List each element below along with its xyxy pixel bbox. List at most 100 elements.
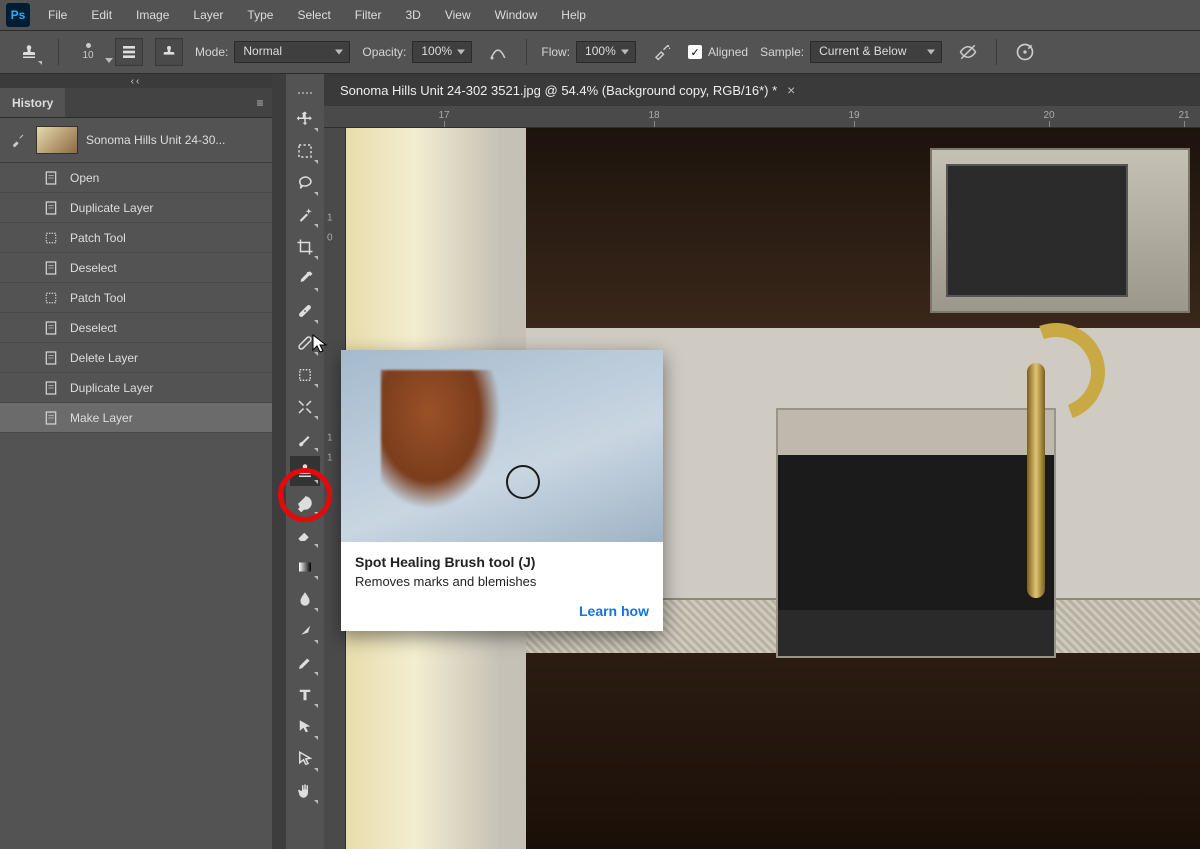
tool-marquee[interactable]: [290, 136, 320, 166]
aligned-checkbox[interactable]: ✓: [688, 45, 702, 59]
pressure-opacity-toggle[interactable]: [484, 38, 512, 66]
history-step[interactable]: Delete Layer: [0, 343, 272, 373]
document-icon: [42, 199, 60, 217]
history-step[interactable]: Open: [0, 163, 272, 193]
tool-type[interactable]: [290, 680, 320, 710]
patch-icon: [296, 366, 314, 384]
tool-healing-brush[interactable]: [290, 328, 320, 358]
panel-dock-strip[interactable]: [272, 74, 286, 849]
clone-source-toggle[interactable]: [155, 38, 183, 66]
flow-input[interactable]: 100%: [576, 41, 636, 63]
sample-value: Current & Below: [819, 44, 906, 58]
tool-options-bar: 10 Mode: Normal Opacity: 100% Flo: [0, 30, 1200, 74]
ignore-adjustment-toggle[interactable]: [954, 38, 982, 66]
ruler-horizontal[interactable]: 1718192021: [324, 106, 1200, 128]
flow-value: 100%: [585, 44, 616, 58]
tool-lasso[interactable]: [290, 168, 320, 198]
menu-window[interactable]: Window: [489, 4, 544, 26]
ruler-tick-label: 1: [327, 213, 333, 224]
tool-hand[interactable]: [290, 776, 320, 806]
drop-icon: [296, 590, 314, 608]
menu-edit[interactable]: Edit: [85, 4, 118, 26]
tool-eyedropper[interactable]: [290, 264, 320, 294]
menu-3d[interactable]: 3D: [399, 4, 426, 26]
history-tab[interactable]: History: [0, 88, 65, 117]
document-icon: [42, 409, 60, 427]
panel-menu-icon[interactable]: ≡: [248, 96, 272, 110]
blend-mode-select[interactable]: Normal: [234, 41, 350, 63]
history-step[interactable]: Deselect: [0, 313, 272, 343]
tool-blur[interactable]: [290, 584, 320, 614]
brush-panel-icon: [121, 44, 137, 60]
close-icon[interactable]: ×: [787, 82, 795, 98]
panel-collapse-grip[interactable]: ‹‹: [0, 74, 272, 88]
ruler-tick-label: 19: [848, 110, 859, 121]
history-step[interactable]: Deselect: [0, 253, 272, 283]
history-step[interactable]: Patch Tool: [0, 223, 272, 253]
menu-layer[interactable]: Layer: [187, 4, 229, 26]
document-icon: [42, 319, 60, 337]
tool-clone-stamp[interactable]: [290, 456, 320, 486]
tool-direct-select[interactable]: [290, 744, 320, 774]
airbrush-icon: [653, 43, 671, 61]
toolbar-grip[interactable]: [297, 92, 313, 98]
tool-patch[interactable]: [290, 360, 320, 390]
tool-path-select[interactable]: [290, 712, 320, 742]
menu-help[interactable]: Help: [555, 4, 592, 26]
document-icon: [42, 349, 60, 367]
menu-select[interactable]: Select: [291, 4, 336, 26]
patch-icon: [42, 229, 60, 247]
tool-spot-healing[interactable]: [290, 296, 320, 326]
history-step[interactable]: Duplicate Layer: [0, 373, 272, 403]
patch-icon: [42, 289, 60, 307]
ruler-tick-label: 21: [1178, 110, 1189, 121]
document-icon: [42, 169, 60, 187]
brush-size-preview[interactable]: 10: [73, 37, 103, 67]
tools-palette: [286, 74, 324, 849]
tool-magic-wand[interactable]: [290, 200, 320, 230]
document-icon: [42, 259, 60, 277]
tool-dodge[interactable]: [290, 616, 320, 646]
gradient-icon: [296, 558, 314, 576]
tooltip-description: Removes marks and blemishes: [355, 574, 649, 589]
ruler-tick-label: 17: [438, 110, 449, 121]
eye-slash-icon: [959, 43, 977, 61]
menu-filter[interactable]: Filter: [349, 4, 388, 26]
snapshot-name: Sonoma Hills Unit 24-30...: [86, 133, 225, 147]
history-step-label: Patch Tool: [70, 291, 126, 305]
tooltip-preview-image: [341, 350, 663, 542]
tool-eraser[interactable]: [290, 520, 320, 550]
sample-select[interactable]: Current & Below: [810, 41, 942, 63]
photoshop-logo: Ps: [6, 3, 30, 27]
menu-image[interactable]: Image: [130, 4, 175, 26]
pressure-size-toggle[interactable]: [1011, 38, 1039, 66]
menu-type[interactable]: Type: [241, 4, 279, 26]
tool-crop[interactable]: [290, 232, 320, 262]
current-tool-chip[interactable]: [14, 37, 44, 67]
tooltip-learn-link[interactable]: Learn how: [341, 599, 663, 631]
blend-mode-value: Normal: [243, 44, 282, 58]
arrow-outline-icon: [296, 750, 314, 768]
history-step-label: Patch Tool: [70, 231, 126, 245]
sample-label: Sample:: [760, 45, 804, 59]
menu-file[interactable]: File: [42, 4, 73, 26]
airbrush-toggle[interactable]: [648, 38, 676, 66]
tool-gradient[interactable]: [290, 552, 320, 582]
opacity-input[interactable]: 100%: [412, 41, 472, 63]
brush-settings-toggle[interactable]: [115, 38, 143, 66]
tool-brush[interactable]: [290, 424, 320, 454]
document-tabstrip: Sonoma Hills Unit 24-302 3521.jpg @ 54.4…: [324, 74, 1200, 106]
menu-view[interactable]: View: [439, 4, 477, 26]
history-snapshot-row[interactable]: Sonoma Hills Unit 24-30...: [0, 118, 272, 163]
tool-move[interactable]: [290, 104, 320, 134]
tool-content-aware-move[interactable]: [290, 392, 320, 422]
history-step[interactable]: Patch Tool: [0, 283, 272, 313]
tool-pen[interactable]: [290, 648, 320, 678]
document-tab[interactable]: Sonoma Hills Unit 24-302 3521.jpg @ 54.4…: [330, 74, 805, 106]
stamp-icon: [296, 462, 314, 480]
history-step[interactable]: Make Layer: [0, 403, 272, 433]
tool-history-brush[interactable]: [290, 488, 320, 518]
document-icon: [42, 379, 60, 397]
clone-source-icon: [161, 44, 177, 60]
history-step[interactable]: Duplicate Layer: [0, 193, 272, 223]
